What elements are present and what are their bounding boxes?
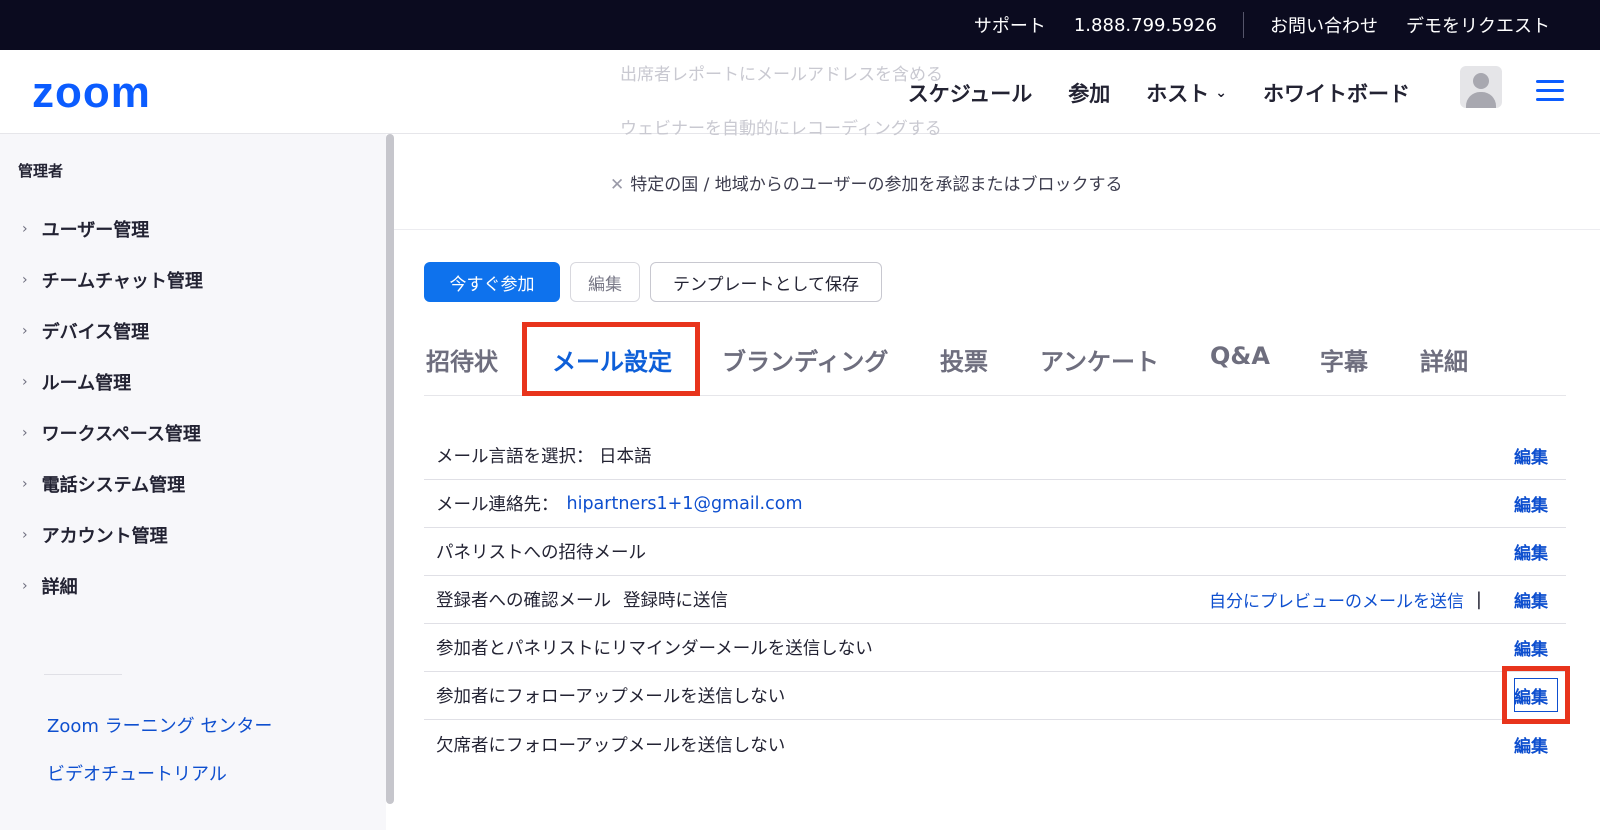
- country-block-label: 特定の国 / 地域からのユーザーの参加を承認またはブロックする: [630, 175, 1123, 195]
- sidebar-item-label: 電話システム管理: [41, 475, 186, 496]
- edit-link[interactable]: 編集: [1514, 443, 1548, 468]
- main-header: zoom 出席者レポートにメールアドレスを含める ウェビナーを自動的にレコーディ…: [0, 50, 1600, 139]
- top-utility-bar: サポート 1.888.799.5926 お問い合わせ デモをリクエスト: [0, 0, 1600, 50]
- email-language-label: メール言語を選択： 日本語: [436, 447, 652, 467]
- tab-branding[interactable]: ブランディング: [722, 342, 888, 377]
- attendee-followup-label: 参加者にフォローアップメールを送信しない: [436, 687, 786, 707]
- nav-host-label: ホスト: [1146, 82, 1210, 106]
- chevron-down-icon: ⌄: [1215, 85, 1227, 101]
- registrant-confirmation-label: 登録者への確認メール: [436, 591, 611, 611]
- nav-schedule[interactable]: スケジュール: [908, 78, 1033, 108]
- request-demo-link[interactable]: デモをリクエスト: [1392, 12, 1564, 38]
- list-item: 参加者にフォローアップメールを送信しない 編集: [424, 672, 1566, 720]
- tab-invitations[interactable]: 招待状: [426, 342, 498, 377]
- email-settings-list: メール言語を選択： 日本語 編集 メール連絡先： hipartners1+1@g…: [424, 432, 1566, 768]
- save-as-template-button[interactable]: テンプレートとして保存: [650, 262, 882, 302]
- user-avatar-icon[interactable]: [1460, 66, 1502, 108]
- zoom-logo[interactable]: zoom: [32, 68, 151, 118]
- sidebar-item-phone-system[interactable]: › 電話システム管理: [22, 471, 185, 497]
- chevron-right-icon: ›: [22, 476, 28, 492]
- list-item: メール言語を選択： 日本語 編集: [424, 432, 1566, 480]
- email-contact-label: メール連絡先：: [436, 495, 559, 515]
- sidebar-item-label: アカウント管理: [41, 526, 168, 547]
- chevron-right-icon: ›: [22, 374, 28, 390]
- hamburger-line: [1536, 98, 1564, 101]
- phone-link[interactable]: 1.888.799.5926: [1060, 15, 1231, 36]
- link-separator: |: [1475, 589, 1482, 610]
- main-nav: スケジュール 参加 ホスト ⌄ ホワイトボード: [908, 78, 1410, 108]
- sidebar-item-label: チームチャット管理: [41, 271, 203, 292]
- sidebar-item-device[interactable]: › デバイス管理: [22, 318, 149, 344]
- topbar-divider: [1243, 12, 1244, 38]
- sidebar-item-label: ワークスペース管理: [41, 424, 201, 445]
- reminder-email-label: 参加者とパネリストにリマインダーメールを送信しない: [436, 639, 873, 659]
- list-item: 欠席者にフォローアップメールを送信しない 編集: [424, 720, 1566, 768]
- avatar-body-shape: [1466, 92, 1496, 108]
- sidebar-item-workspace[interactable]: › ワークスペース管理: [22, 420, 201, 446]
- admin-sidebar: 管理者 › ユーザー管理 › チームチャット管理 › デバイス管理 › ルーム管…: [0, 134, 386, 830]
- tab-captions[interactable]: 字幕: [1320, 342, 1368, 377]
- close-icon: ✕: [610, 175, 625, 195]
- list-item: メール連絡先： hipartners1+1@gmail.com 編集: [424, 480, 1566, 528]
- sidebar-item-advanced[interactable]: › 詳細: [22, 573, 78, 599]
- list-item: 参加者とパネリストにリマインダーメールを送信しない 編集: [424, 624, 1566, 672]
- nav-whiteboard[interactable]: ホワイトボード: [1263, 78, 1410, 108]
- edit-focus-outline: [1514, 678, 1558, 712]
- chevron-right-icon: ›: [22, 527, 28, 543]
- sidebar-item-label: 詳細: [41, 577, 78, 598]
- tab-survey[interactable]: アンケート: [1040, 342, 1159, 377]
- edit-link[interactable]: 編集: [1514, 539, 1548, 564]
- sidebar-item-label: ユーザー管理: [41, 220, 150, 241]
- learning-center-link[interactable]: Zoom ラーニング センター: [47, 712, 272, 738]
- edit-button[interactable]: 編集: [570, 262, 640, 302]
- registrant-confirmation-timing: 登録時に送信: [623, 591, 728, 611]
- nav-join[interactable]: 参加: [1068, 78, 1110, 108]
- avatar-head-shape: [1473, 73, 1489, 89]
- absentee-followup-label: 欠席者にフォローアップメールを送信しない: [436, 735, 786, 756]
- edit-link[interactable]: 編集: [1514, 732, 1548, 757]
- support-link[interactable]: サポート: [960, 12, 1060, 38]
- chevron-right-icon: ›: [22, 323, 28, 339]
- contact-email-link[interactable]: hipartners1+1@gmail.com: [567, 494, 803, 514]
- chevron-right-icon: ›: [22, 425, 28, 441]
- faded-option-attendee-report: 出席者レポートにメールアドレスを含める: [620, 65, 943, 85]
- join-now-button[interactable]: 今すぐ参加: [424, 262, 560, 302]
- panelist-invite-label: パネリストへの招待メール: [436, 543, 646, 563]
- edit-link[interactable]: 編集: [1514, 635, 1548, 660]
- list-item: パネリストへの招待メール 編集: [424, 528, 1566, 576]
- sidebar-section-title: 管理者: [18, 162, 64, 180]
- chevron-right-icon: ›: [22, 578, 28, 594]
- contact-link[interactable]: お問い合わせ: [1256, 12, 1392, 38]
- list-item: 登録者への確認メール 登録時に送信 自分にプレビューのメールを送信 | 編集: [424, 576, 1566, 624]
- hamburger-line: [1536, 80, 1564, 83]
- tab-details[interactable]: 詳細: [1420, 342, 1468, 377]
- video-tutorials-link[interactable]: ビデオチュートリアル: [47, 760, 227, 786]
- tab-highlight-box: [522, 322, 700, 396]
- sidebar-item-team-chat[interactable]: › チームチャット管理: [22, 267, 203, 293]
- chevron-right-icon: ›: [22, 221, 28, 237]
- chevron-right-icon: ›: [22, 272, 28, 288]
- hamburger-menu-icon[interactable]: [1536, 80, 1564, 107]
- sidebar-item-room[interactable]: › ルーム管理: [22, 369, 131, 395]
- sidebar-divider: [44, 674, 122, 675]
- tab-polls[interactable]: 投票: [940, 342, 988, 377]
- country-block-option: ✕ 特定の国 / 地域からのユーザーの参加を承認またはブロックする: [610, 170, 1122, 195]
- sidebar-item-label: ルーム管理: [41, 373, 132, 394]
- sidebar-scrollbar[interactable]: [386, 134, 394, 804]
- hamburger-line: [1536, 89, 1564, 92]
- sidebar-item-label: デバイス管理: [41, 322, 150, 343]
- nav-host[interactable]: ホスト ⌄: [1146, 78, 1227, 108]
- tab-qa[interactable]: Q&A: [1210, 342, 1270, 370]
- sidebar-item-account[interactable]: › アカウント管理: [22, 522, 168, 548]
- edit-link[interactable]: 編集: [1514, 491, 1548, 516]
- send-preview-link[interactable]: 自分にプレビューのメールを送信: [1209, 587, 1464, 612]
- edit-link[interactable]: 編集: [1514, 587, 1548, 612]
- sidebar-item-user-management[interactable]: › ユーザー管理: [22, 216, 149, 242]
